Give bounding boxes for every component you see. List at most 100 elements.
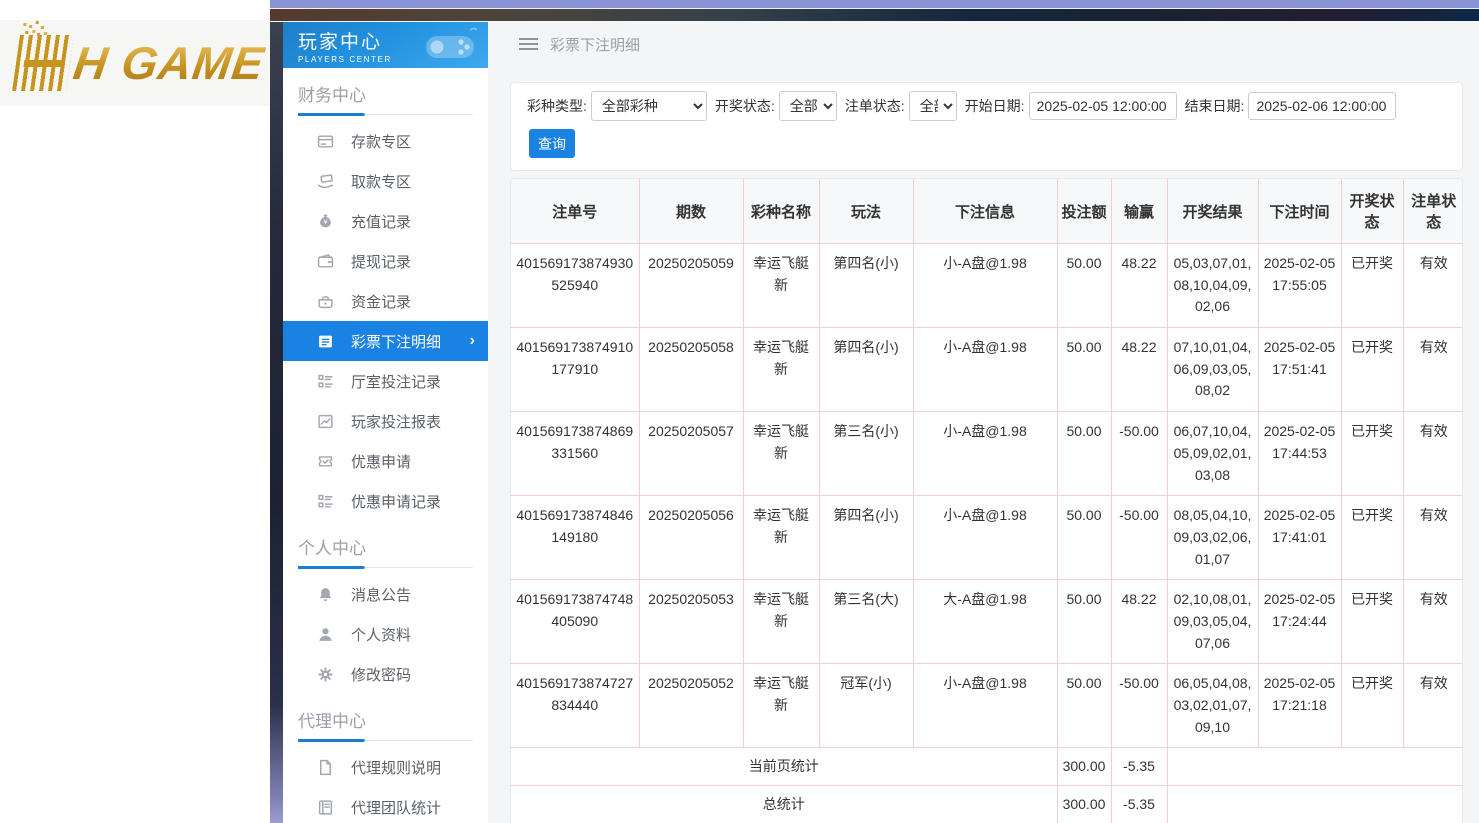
section-underline: [298, 566, 473, 569]
sidebar-item-purse-0-4[interactable]: 资金记录: [283, 281, 488, 321]
lottery-type-select[interactable]: 全部彩种: [591, 91, 707, 121]
cell-bet-amount: 50.00: [1057, 244, 1111, 328]
order-status-select[interactable]: 全部: [909, 91, 957, 121]
cell-bet-no: 401569173874869331560: [511, 412, 639, 496]
summary-label: 当前页统计: [511, 748, 1057, 786]
sidebar-item-card-0-0[interactable]: 存款专区: [283, 121, 488, 161]
logo: H GAME: [12, 35, 268, 91]
lottery-type-label: 彩种类型:: [527, 96, 587, 116]
cell-lottery-name: 幸运飞艇新: [743, 580, 819, 664]
cell-order-status: 有效: [1403, 580, 1463, 664]
search-button[interactable]: 查询: [529, 129, 575, 158]
sidebar-item-money-bag-0-2[interactable]: ¥充值记录: [283, 201, 488, 241]
cell-period: 20250205058: [639, 328, 743, 412]
cell-bet-no: 401569173874910177910: [511, 328, 639, 412]
bets-table: 注单号期数彩种名称玩法下注信息投注额输赢开奖结果下注时间开奖状态注单状态 401…: [511, 179, 1463, 823]
list-icon: [316, 332, 334, 350]
cell-order-status: 有效: [1403, 244, 1463, 328]
sidebar-section-title: 财务中心: [283, 68, 488, 113]
cell-bet-info: 小-A盘@1.98: [913, 328, 1057, 412]
sidebar-item-label: 厅室投注记录: [351, 371, 441, 392]
summary-win-loss: -5.35: [1111, 748, 1167, 786]
table-row: 40156917387486933156020250205057幸运飞艇新第三名…: [511, 412, 1463, 496]
cell-period: 20250205052: [639, 664, 743, 748]
table-row: 40156917387491017791020250205058幸运飞艇新第四名…: [511, 328, 1463, 412]
sidebar-item-ticket-0-8[interactable]: 优惠申请: [283, 441, 488, 481]
section-underline: [298, 739, 473, 742]
cell-draw-result: 07,10,01,04,06,09,03,05,08,02: [1167, 328, 1258, 412]
cell-bet-info: 大-A盘@1.98: [913, 580, 1057, 664]
sidebar-item-list-check-0-6[interactable]: 厅室投注记录: [283, 361, 488, 401]
sidebar-item-label: 修改密码: [351, 664, 411, 685]
bets-table-card: 注单号期数彩种名称玩法下注信息投注额输赢开奖结果下注时间开奖状态注单状态 401…: [510, 178, 1463, 823]
sidebar-item-label: 彩票下注明细: [351, 331, 441, 352]
cell-draw-status: 已开奖: [1341, 664, 1403, 748]
cell-bet-info: 小-A盘@1.98: [913, 244, 1057, 328]
sidebar-item-book-2-1[interactable]: 代理团队统计: [283, 787, 488, 823]
sidebar-item-label: 优惠申请记录: [351, 491, 441, 512]
logo-band: H GAME: [0, 20, 270, 106]
cell-bet-time: 2025-02-05 17:55:05: [1258, 244, 1341, 328]
col-header-bet-amount: 投注额: [1057, 179, 1111, 244]
cell-play-type: 第四名(小): [819, 244, 913, 328]
sidebar-item-file-2-0[interactable]: 代理规则说明: [283, 747, 488, 787]
sidebar-item-label: 资金记录: [351, 291, 411, 312]
cell-bet-amount: 50.00: [1057, 496, 1111, 580]
top-periwinkle-bar: [270, 0, 1479, 9]
col-header-win-loss: 输赢: [1111, 179, 1167, 244]
cell-order-status: 有效: [1403, 664, 1463, 748]
summary-bet-amount: 300.00: [1057, 786, 1111, 823]
top-dark-bar: [270, 9, 1479, 21]
cell-draw-result: 06,05,04,08,03,02,01,07,09,10: [1167, 664, 1258, 748]
cell-win-loss: -50.00: [1111, 664, 1167, 748]
chart-icon: [316, 412, 334, 430]
sidebar-item-label: 个人资料: [351, 624, 411, 645]
cell-play-type: 第三名(大): [819, 580, 913, 664]
cell-order-status: 有效: [1403, 496, 1463, 580]
cell-bet-info: 小-A盘@1.98: [913, 664, 1057, 748]
sidebar-item-person-1-1[interactable]: 个人资料: [283, 614, 488, 654]
page-column: 彩票下注明细 彩种类型: 全部彩种 开奖状态: 全部 注单状态: 全部: [510, 22, 1463, 823]
hamburger-menu-icon[interactable]: [519, 35, 538, 53]
cell-bet-time: 2025-02-05 17:21:18: [1258, 664, 1341, 748]
section-underline: [298, 113, 473, 116]
end-date-input[interactable]: [1248, 92, 1396, 120]
col-header-draw-result: 开奖结果: [1167, 179, 1258, 244]
cell-order-status: 有效: [1403, 328, 1463, 412]
summary-win-loss: -5.35: [1111, 786, 1167, 823]
cell-draw-status: 已开奖: [1341, 412, 1403, 496]
cell-lottery-name: 幸运飞艇新: [743, 664, 819, 748]
sidebar-item-bell-1-0[interactable]: 消息公告: [283, 574, 488, 614]
sidebar-item-label: 消息公告: [351, 584, 411, 605]
table-row: 40156917387474840509020250205053幸运飞艇新第三名…: [511, 580, 1463, 664]
svg-text:¥: ¥: [323, 219, 327, 226]
cell-win-loss: -50.00: [1111, 496, 1167, 580]
sidebar-item-list-check-0-9[interactable]: 优惠申请记录: [283, 481, 488, 521]
sidebar-item-hand-card-0-1[interactable]: 取款专区: [283, 161, 488, 201]
end-date-label: 结束日期:: [1185, 96, 1245, 116]
cell-draw-result: 05,03,07,01,08,10,04,09,02,06: [1167, 244, 1258, 328]
sidebar-item-list-0-5[interactable]: 彩票下注明细›: [283, 321, 488, 361]
total-summary-row: 总统计300.00-5.35: [511, 786, 1463, 823]
sidebar-item-label: 代理团队统计: [351, 797, 441, 818]
sidebar-item-label: 存款专区: [351, 131, 411, 152]
sidebar-item-gear-1-2[interactable]: 修改密码: [283, 654, 488, 694]
cell-bet-amount: 50.00: [1057, 412, 1111, 496]
cell-play-type: 第四名(小): [819, 496, 913, 580]
purse-icon: [316, 292, 334, 310]
cell-bet-amount: 50.00: [1057, 328, 1111, 412]
cell-draw-result: 02,10,08,01,09,03,05,04,07,06: [1167, 580, 1258, 664]
draw-status-select[interactable]: 全部: [779, 91, 837, 121]
sidebar: 玩家中心 PLAYERS CENTER 财务中心存款专区取款专区¥充值记录提现记…: [283, 22, 488, 823]
ticket-icon: [316, 452, 334, 470]
brand-panel: H GAME: [0, 0, 270, 823]
cell-play-type: 第三名(小): [819, 412, 913, 496]
sidebar-item-chart-0-7[interactable]: 玩家投注报表: [283, 401, 488, 441]
cell-period: 20250205053: [639, 580, 743, 664]
cell-period: 20250205056: [639, 496, 743, 580]
sidebar-item-wallet-0-3[interactable]: 提现记录: [283, 241, 488, 281]
col-header-lottery-name: 彩种名称: [743, 179, 819, 244]
cell-bet-time: 2025-02-05 17:44:53: [1258, 412, 1341, 496]
start-date-input[interactable]: [1029, 92, 1177, 120]
cell-win-loss: -50.00: [1111, 412, 1167, 496]
